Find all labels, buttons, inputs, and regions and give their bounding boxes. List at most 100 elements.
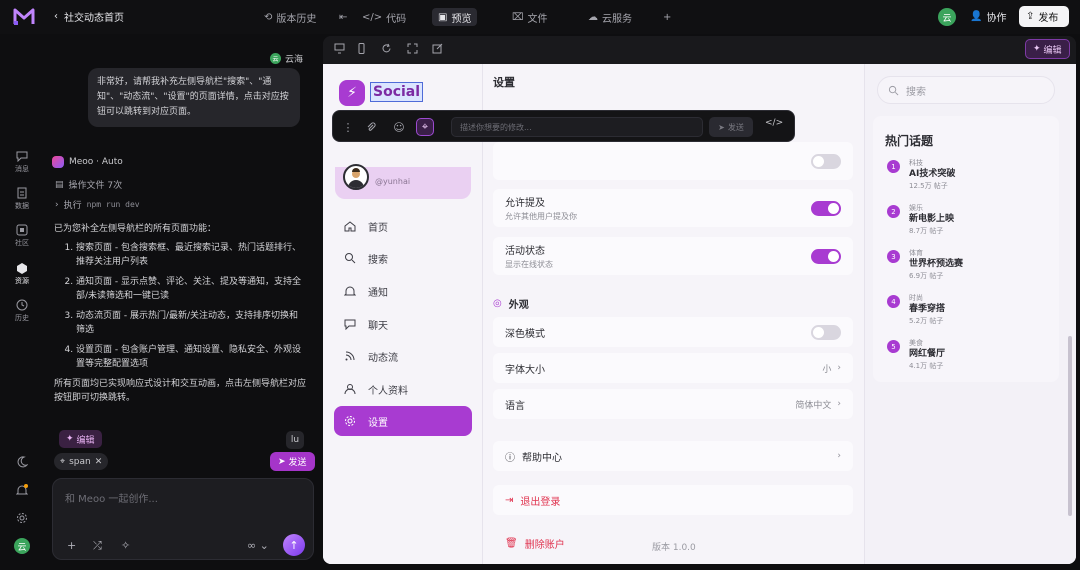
tab-cloud[interactable]: ☁ 云服务 — [582, 8, 638, 26]
desktop-icon[interactable] — [334, 43, 345, 54]
edit-mode-chip[interactable]: ✦ 编辑 — [59, 430, 102, 448]
page-title: 设置 — [493, 76, 515, 89]
list-item: 动态流页面 - 展示热门/最新/关注动态，支持排序切换和筛选 — [76, 309, 306, 337]
activity-toggle[interactable] — [811, 248, 841, 264]
chat-composer[interactable]: 和 Meoo 一起创作... + ⤮ ✧ ∞ ⌄ ↑ — [52, 478, 314, 560]
chevron-left-icon: ‹ — [54, 11, 58, 22]
sparkle-icon: ✦ — [66, 434, 74, 444]
rail-item-community[interactable]: 社区 — [8, 224, 36, 248]
setting-row-mention: 允许提及 允许其他用户提及你 — [493, 189, 853, 227]
list-item[interactable]: 4 时尚 春季穿搭 5.2万 帖子 — [887, 293, 945, 326]
collapse-icon: ⇤ — [339, 11, 348, 23]
history-icon: ⟲ — [264, 11, 273, 23]
help-center-row[interactable]: ⓘ 帮助中心 › — [493, 441, 853, 471]
list-item[interactable]: 5 美食 网红餐厅 4.1万 帖子 — [887, 338, 945, 371]
back-to-project[interactable]: ‹ 社交动态首页 — [54, 9, 124, 24]
shuffle-icon[interactable]: ⤮ — [93, 539, 102, 553]
op-files-line[interactable]: ▤ 操作文件 7次 — [55, 178, 122, 192]
trash-icon: 🗑 — [505, 537, 518, 549]
open-external-icon[interactable] — [432, 43, 443, 54]
list-item[interactable]: 3 体育 世界杯预选赛 6.9万 帖子 — [887, 248, 963, 281]
list-item[interactable]: 2 娱乐 新电影上映 8.7万 帖子 — [887, 203, 954, 236]
sidebar-item-feed[interactable]: 动态流 — [334, 341, 472, 371]
user-avatar-small[interactable]: 云 — [14, 538, 30, 554]
list-item: 通知页面 - 显示点赞、评论、关注、提及等通知，支持全部/未读筛选和一键已读 — [76, 275, 306, 303]
send-button[interactable]: ↑ — [283, 534, 305, 556]
rail-item-history[interactable]: 历史 — [8, 299, 36, 323]
close-icon[interactable]: ✕ — [95, 457, 103, 467]
side-action-button[interactable]: lu — [286, 431, 304, 449]
file-icon: ▤ — [55, 179, 64, 190]
quick-send-button[interactable]: ➤ 发送 — [270, 452, 315, 471]
collapse-panel-button[interactable]: ⇤ — [333, 8, 353, 26]
profile-card[interactable]: @yunhai — [335, 164, 471, 199]
refresh-icon[interactable] — [381, 43, 392, 54]
lightning-icon[interactable]: ⚡ — [339, 80, 365, 106]
setting-row-font-size[interactable]: 字体大小 小 › — [493, 353, 853, 383]
dark-mode-toggle[interactable] — [811, 324, 841, 340]
collaborate-button[interactable]: 👤 协作 — [962, 6, 1014, 27]
view-code-icon[interactable]: </> — [765, 118, 783, 128]
community-icon — [16, 224, 28, 236]
attached-element-chip[interactable]: ⌖ span ✕ — [54, 453, 109, 470]
list-item[interactable]: 1 科技 AI技术突破 12.5万 帖子 — [887, 158, 955, 191]
project-title: 社交动态首页 — [64, 13, 124, 24]
theme-toggle-icon[interactable] — [16, 456, 28, 468]
hidden-setting-toggle[interactable] — [811, 153, 841, 169]
sidebar-item-chat[interactable]: 聊天 — [334, 309, 472, 339]
tab-files[interactable]: ⌧ 文件 — [506, 8, 554, 26]
mobile-icon[interactable] — [356, 43, 367, 54]
users-icon: 👤 — [970, 11, 983, 22]
setting-row-dark-mode: 深色模式 — [493, 317, 853, 347]
chat-user-header: 云 云海 — [270, 52, 303, 65]
version-history-button[interactable]: ⟲ 版本历史 — [258, 8, 322, 26]
rail-item-messages[interactable]: 消息 — [8, 150, 36, 174]
logout-row[interactable]: ⇥ 退出登录 — [493, 485, 853, 515]
drag-handle-icon[interactable]: ⋮ — [339, 118, 357, 136]
sidebar-item-notifications[interactable]: 通知 — [334, 276, 472, 306]
setting-row-placeholder — [493, 142, 853, 180]
version-label: 版本 1.0.0 — [652, 543, 696, 553]
tab-code[interactable]: </> 代码 — [356, 8, 412, 26]
fullscreen-icon[interactable] — [407, 43, 418, 54]
model-selector-icon[interactable]: ∞ ⌄ — [247, 539, 269, 552]
help-circle-icon: ⓘ — [505, 452, 515, 464]
terminal-icon: › — [55, 199, 59, 210]
sidebar-item-profile[interactable]: 个人资料 — [334, 374, 472, 404]
search-input[interactable]: 搜索 — [877, 76, 1055, 104]
scrollbar[interactable] — [1068, 336, 1072, 516]
edit-prompt-input[interactable]: 描述你想要的修改... — [451, 117, 703, 137]
add-tab-button[interactable]: + — [657, 8, 677, 26]
select-element-icon[interactable]: ⌖ — [416, 118, 434, 136]
publish-button[interactable]: ⇪ 发布 — [1019, 6, 1069, 27]
magic-wand-icon[interactable]: ✧ — [121, 539, 130, 552]
rail-item-resources[interactable]: 资源 — [8, 262, 36, 286]
app-name[interactable]: Social — [370, 82, 424, 102]
user-message-bubble: 非常好，请帮我补充左侧导航栏"搜索"、"通知"、"动态流"、"设置"的页面详情，… — [88, 68, 300, 127]
app-logo[interactable] — [13, 8, 35, 26]
sidebar-item-settings[interactable]: 设置 — [334, 406, 472, 436]
sidebar-item-search[interactable]: 搜索 — [334, 243, 472, 273]
send-icon: ➤ — [718, 122, 725, 132]
setting-row-activity: 活动状态 显示在线状态 — [493, 237, 853, 275]
bell-icon — [344, 286, 356, 296]
avatar[interactable]: 云 — [938, 8, 956, 26]
tab-preview[interactable]: ▣ 预览 — [432, 8, 478, 26]
avatar: 云 — [270, 53, 281, 64]
sidebar-item-home[interactable]: 首页 — [334, 211, 472, 241]
composer-input[interactable]: 和 Meoo 一起创作... — [65, 490, 158, 505]
assistant-header: Meoo · Auto — [52, 156, 123, 168]
notification-bell-icon[interactable] — [16, 484, 28, 497]
edit-send-button[interactable]: ➤ 发送 — [709, 117, 753, 137]
face-icon[interactable]: ☺ — [390, 118, 408, 136]
rail-item-data[interactable]: 数据 — [8, 187, 36, 211]
mention-toggle[interactable] — [811, 200, 841, 216]
op-exec-line[interactable]: › 执行 npm run dev — [55, 198, 140, 212]
edit-button[interactable]: ✦ 编辑 — [1025, 39, 1070, 59]
assistant-message: 已为您补全左侧导航栏的所有页面功能： 搜索页面 - 包含搜索框、最近搜索记录、热… — [54, 222, 306, 405]
setting-row-language[interactable]: 语言 简体中文 › — [493, 389, 853, 419]
gear-icon[interactable] — [16, 512, 28, 524]
plus-icon[interactable]: + — [67, 539, 76, 552]
appearance-heading: ◎ 外观 — [493, 298, 529, 311]
attach-icon[interactable] — [362, 118, 380, 136]
